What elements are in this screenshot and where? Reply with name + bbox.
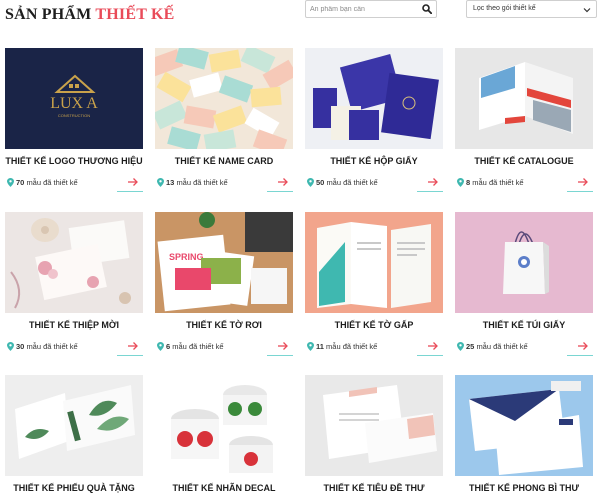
product-thumbnail[interactable]: [455, 48, 593, 149]
design-count: 11: [316, 342, 324, 351]
product-name[interactable]: THIẾT KẾ PHONG BÌ THƯ: [455, 483, 593, 493]
product-name[interactable]: THIẾT KẾ NAME CARD: [155, 156, 293, 166]
underline-divider: [117, 355, 143, 356]
design-count-suffix: mẫu đã thiết kế: [476, 342, 528, 351]
product-thumbnail[interactable]: [155, 375, 293, 476]
product-name[interactable]: THIẾT KẾ CATALOGUE: [455, 156, 593, 166]
underline-divider: [567, 355, 593, 356]
package-filter-select[interactable]: Lọc theo gói thiết kế: [466, 0, 597, 18]
design-count: 13: [166, 178, 175, 187]
filter-selected-value: Lọc theo gói thiết kế: [473, 5, 536, 12]
arrow-right-icon[interactable]: [127, 177, 139, 187]
logo-brand-text: LUX A: [50, 95, 98, 112]
design-count-suffix: mẫu đã thiết kế: [172, 342, 224, 351]
search-input[interactable]: [310, 3, 418, 16]
product-name[interactable]: THIẾT KẾ PHIẾU QUÀ TẶNG: [5, 483, 143, 493]
location-pin-icon: [7, 342, 14, 351]
underline-divider: [117, 191, 143, 192]
design-count: 6: [166, 342, 171, 351]
design-count: 25: [466, 342, 475, 351]
search-icon[interactable]: [422, 4, 432, 14]
arrow-right-icon[interactable]: [577, 341, 589, 351]
product-thumbnail[interactable]: [305, 48, 443, 149]
product-name[interactable]: THIẾT KẾ LOGO THƯƠNG HIỆU: [5, 156, 143, 166]
product-name[interactable]: THIẾT KẾ TỜ RƠI: [155, 320, 293, 330]
arrow-right-icon[interactable]: [577, 177, 589, 187]
design-count: 30: [16, 342, 25, 351]
flyer-promo-text: SPRING: [169, 252, 204, 262]
product-meta: 8 mẫu đã thiết kế: [455, 177, 593, 192]
design-count-suffix: mẫu đã thiết kế: [326, 342, 378, 351]
design-count-suffix: mẫu đã thiết kế: [176, 178, 228, 187]
design-count-text: 50 mẫu đã thiết kế: [316, 178, 378, 187]
title-main: SẢN PHẨM: [5, 6, 92, 23]
product-thumbnail[interactable]: [5, 212, 143, 313]
product-name[interactable]: THIẾT KẾ NHÃN DECAL: [155, 483, 293, 493]
title-accent: THIẾT KẾ: [95, 6, 175, 23]
product-thumbnail[interactable]: [155, 48, 293, 149]
arrow-right-icon[interactable]: [427, 177, 439, 187]
product-thumbnail[interactable]: [5, 375, 143, 476]
design-count-text: 30 mẫu đã thiết kế: [16, 342, 78, 351]
design-count-text: 8 mẫu đã thiết kế: [466, 178, 524, 187]
design-count: 8: [466, 178, 471, 187]
product-name[interactable]: THIẾT KẾ TIÊU ĐỀ THƯ: [305, 483, 443, 493]
product-meta: 11 mẫu đã thiết kế: [305, 341, 443, 356]
location-pin-icon: [157, 178, 164, 187]
product-thumbnail[interactable]: [455, 212, 593, 313]
location-pin-icon: [457, 178, 464, 187]
underline-divider: [267, 191, 293, 192]
product-thumbnail[interactable]: LUX A CONSTRUCTION: [5, 48, 143, 149]
arrow-right-icon[interactable]: [127, 341, 139, 351]
product-meta: 13 mẫu đã thiết kế: [155, 177, 293, 192]
section-title: SẢN PHẨM THIẾT KẾ: [5, 6, 175, 24]
product-meta: 50 mẫu đã thiết kế: [305, 177, 443, 192]
arrow-right-icon[interactable]: [277, 177, 289, 187]
design-count-text: 11 mẫu đã thiết kế: [316, 342, 377, 351]
product-thumbnail[interactable]: [455, 375, 593, 476]
underline-divider: [567, 191, 593, 192]
chevron-down-icon: [583, 8, 591, 13]
arrow-right-icon[interactable]: [427, 341, 439, 351]
search-box: [305, 0, 437, 18]
product-name[interactable]: THIẾT KẾ TỜ GẤP: [305, 320, 443, 330]
location-pin-icon: [307, 342, 314, 351]
location-pin-icon: [457, 342, 464, 351]
arrow-right-icon[interactable]: [277, 341, 289, 351]
design-count-text: 13 mẫu đã thiết kế: [166, 178, 228, 187]
design-count-suffix: mẫu đã thiết kế: [26, 342, 78, 351]
design-count-text: 70 mẫu đã thiết kế: [16, 178, 78, 187]
page-header: SẢN PHẨM THIẾT KẾ Lọc theo gói thiết kế: [0, 0, 600, 30]
product-name[interactable]: THIẾT KẾ HỘP GIẤY: [305, 156, 443, 166]
location-pin-icon: [7, 178, 14, 187]
underline-divider: [267, 355, 293, 356]
design-count-suffix: mẫu đã thiết kế: [26, 178, 78, 187]
product-meta: 30 mẫu đã thiết kế: [5, 341, 143, 356]
product-meta: 25 mẫu đã thiết kế: [455, 341, 593, 356]
location-pin-icon: [157, 342, 164, 351]
product-name[interactable]: THIẾT KẾ THIỆP MỜI: [5, 320, 143, 330]
design-count-suffix: mẫu đã thiết kế: [472, 178, 524, 187]
logo-sub-text: CONSTRUCTION: [58, 113, 90, 118]
design-count: 70: [16, 178, 25, 187]
product-meta: 6 mẫu đã thiết kế: [155, 341, 293, 356]
underline-divider: [417, 191, 443, 192]
product-thumbnail[interactable]: SPRING: [155, 212, 293, 313]
location-pin-icon: [307, 178, 314, 187]
design-count: 50: [316, 178, 325, 187]
product-name[interactable]: THIẾT KẾ TÚI GIẤY: [455, 320, 593, 330]
product-thumbnail[interactable]: [305, 212, 443, 313]
design-count-text: 25 mẫu đã thiết kế: [466, 342, 528, 351]
design-count-text: 6 mẫu đã thiết kế: [166, 342, 224, 351]
product-meta: 70 mẫu đã thiết kế: [5, 177, 143, 192]
underline-divider: [417, 355, 443, 356]
design-count-suffix: mẫu đã thiết kế: [326, 178, 378, 187]
product-thumbnail[interactable]: [305, 375, 443, 476]
